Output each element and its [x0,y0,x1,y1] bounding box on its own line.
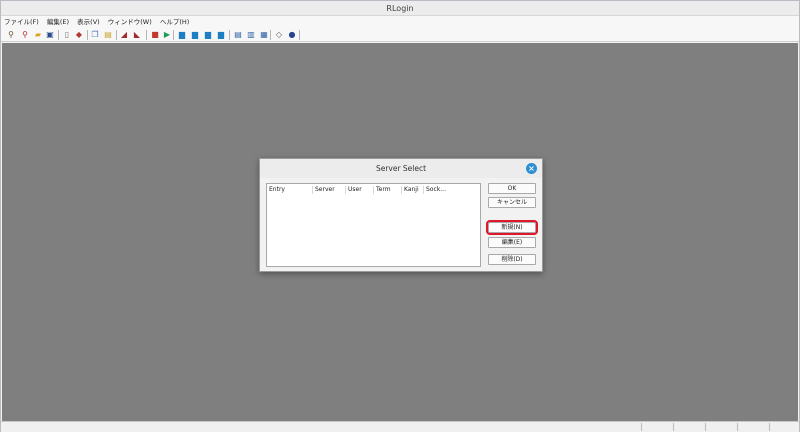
new-document-icon[interactable]: ▯ [62,30,72,40]
column-header-user[interactable]: User [346,186,374,194]
status-pane [737,423,738,431]
paste-icon[interactable]: ▤ [103,30,113,40]
close-icon[interactable]: × [526,163,537,174]
toolbar-separator [270,30,271,40]
font-size-1-icon[interactable]: ▆ [177,30,187,40]
key-icon[interactable]: ◢ [119,30,129,40]
save-icon[interactable]: ▣ [45,30,55,40]
toolbar: ⚲ ⚲ ▰ ▣ ▯ ◆ ❐ ▤ ◢ ◣ ■ ▶ ▆ ▆ ▆ ▆ ▤ ▥ ▦ ◇ ● [1,28,799,42]
disconnect-icon[interactable]: ⚲ [20,30,30,40]
window-title: RLogin [1,1,799,16]
status-pane [673,423,674,431]
open-folder-icon[interactable]: ▰ [33,30,43,40]
new-button[interactable]: 新規(N) [486,220,538,235]
edit-button[interactable]: 編集(E) [488,237,536,248]
split-horizontal-icon[interactable]: ▤ [233,30,243,40]
toolbar-separator [173,30,174,40]
font-size-2-icon[interactable]: ▆ [190,30,200,40]
split-vertical-icon[interactable]: ▥ [246,30,256,40]
status-bar [1,421,799,432]
copy-icon[interactable]: ❐ [90,30,100,40]
cancel-button[interactable]: キャンセル [488,197,536,208]
status-pane [641,423,642,431]
column-header-server[interactable]: Server [313,186,346,194]
toolbar-separator [229,30,230,40]
print-icon[interactable]: ◆ [74,30,84,40]
cube-icon[interactable]: ◇ [274,30,284,40]
split-grid-icon[interactable]: ▦ [259,30,269,40]
toolbar-separator [146,30,147,40]
status-pane [769,423,770,431]
toolbar-separator [116,30,117,40]
delete-button[interactable]: 削除(D) [488,254,536,265]
ok-button[interactable]: OK [488,183,536,194]
toolbar-separator [58,30,59,40]
font-size-4-icon[interactable]: ▆ [216,30,226,40]
column-header-kanji[interactable]: Kanji [402,186,424,194]
column-header-socket[interactable]: Sock... [424,186,446,194]
stop-icon[interactable]: ■ [150,30,160,40]
server-list[interactable]: Entry Server User Term Kanji Sock... [266,183,481,267]
status-pane [705,423,706,431]
column-header-entry[interactable]: Entry [267,186,313,194]
menu-window[interactable]: ウィンドウ(W) [105,16,155,28]
menu-view[interactable]: 表示(V) [74,16,103,28]
toolbar-separator [299,30,300,40]
dialog-title: Server Select [260,159,542,178]
toolbar-separator [87,30,88,40]
menu-file[interactable]: ファイル(F) [1,16,42,28]
about-icon[interactable]: ● [287,30,297,40]
screen-icon[interactable]: ◣ [132,30,142,40]
font-size-3-icon[interactable]: ▆ [203,30,213,40]
menu-help[interactable]: ヘルプ(H) [157,16,192,28]
menu-edit[interactable]: 編集(E) [44,16,72,28]
column-header-term[interactable]: Term [374,186,402,194]
play-icon[interactable]: ▶ [162,30,172,40]
connect-icon[interactable]: ⚲ [6,30,16,40]
menu-bar: ファイル(F) 編集(E) 表示(V) ウィンドウ(W) ヘルプ(H) [1,16,799,28]
server-select-dialog: Server Select × Entry Server User Term K… [259,158,543,272]
